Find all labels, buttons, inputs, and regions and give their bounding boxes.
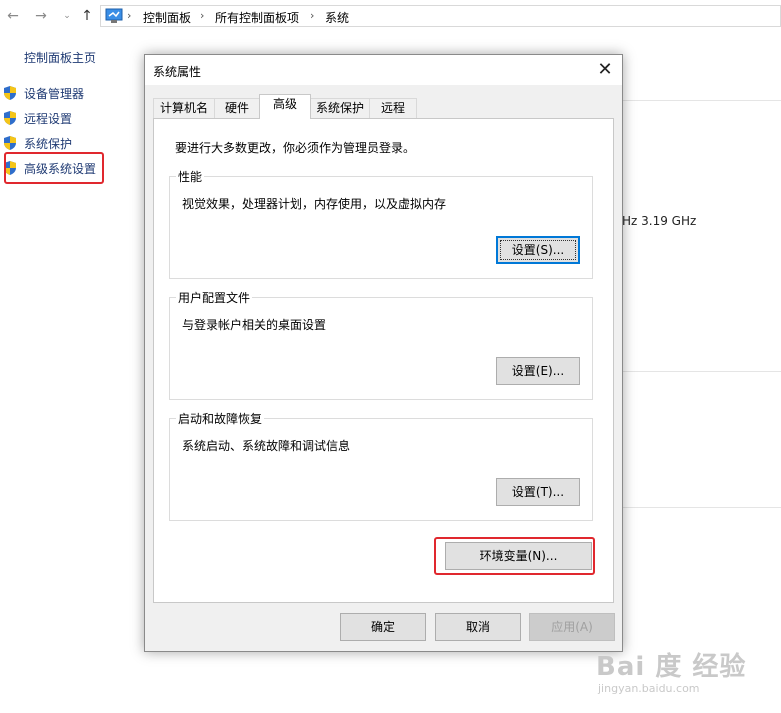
close-icon[interactable]: ✕ [594,59,616,81]
performance-description: 视觉效果，处理器计划，内存使用，以及虚拟内存 [182,197,447,211]
breadcrumb-separator-icon: › [200,9,205,22]
divider [622,100,781,101]
sidebar-item-label: 系统保护 [24,137,73,151]
tab-hardware[interactable]: 硬件 [214,98,260,118]
apply-button: 应用(A) [529,613,615,641]
user-profiles-settings-button[interactable]: 设置(E)... [496,357,580,385]
uac-shield-icon [4,111,16,125]
user-profiles-group-title: 用户配置文件 [176,289,253,306]
breadcrumb-separator-icon: › [310,9,315,22]
up-arrow-icon[interactable]: ↑ [78,7,96,25]
performance-group-title: 性能 [176,168,205,185]
sidebar-item-label: 设备管理器 [24,87,85,101]
watermark-logo: Bai 度 经验 [596,652,747,682]
cancel-button[interactable]: 取消 [435,613,521,641]
tab-remote[interactable]: 远程 [369,98,417,118]
watermark-url: jingyan.baidu.com [598,682,700,695]
divider [622,507,781,508]
uac-shield-icon [4,136,16,150]
recent-chevron-down-icon[interactable]: ⌄ [58,7,76,25]
dialog-title: 系统属性 [153,65,202,79]
uac-shield-icon [4,86,16,100]
control-panel-home-link[interactable]: 控制面板主页 [24,49,96,66]
tab-advanced[interactable]: 高级 [259,94,311,119]
control-panel-icon [105,8,123,23]
forward-arrow-icon[interactable]: → [32,7,50,25]
tab-system-protection[interactable]: 系统保护 [310,98,370,118]
breadcrumb-separator-icon: › [127,9,132,22]
back-arrow-icon[interactable]: ← [4,7,22,25]
address-bar[interactable]: › 控制面板 › 所有控制面板项 › 系统 [100,5,781,27]
processor-frequency-text: Hz 3.19 GHz [622,214,697,228]
admin-note: 要进行大多数更改，你必须作为管理员登录。 [175,141,416,155]
startup-recovery-group: 启动和故障恢复 系统启动、系统故障和调试信息 设置(T)... [169,410,593,521]
startup-recovery-group-title: 启动和故障恢复 [176,410,265,427]
tab-panel-advanced: 要进行大多数更改，你必须作为管理员登录。 性能 视觉效果，处理器计划，内存使用，… [153,118,614,603]
startup-recovery-settings-button[interactable]: 设置(T)... [496,478,580,506]
tab-computer-name[interactable]: 计算机名 [153,98,215,118]
ok-button[interactable]: 确定 [340,613,426,641]
user-profiles-description: 与登录帐户相关的桌面设置 [182,318,327,332]
performance-settings-button[interactable]: 设置(S)... [496,236,580,264]
dialog-titlebar[interactable]: 系统属性 ✕ [145,55,622,85]
highlight-annotation-box [4,152,104,184]
breadcrumb-item-all-items[interactable]: 所有控制面板项 [215,9,299,26]
divider [622,371,781,372]
breadcrumb-item-control-panel[interactable]: 控制面板 [143,9,191,26]
sidebar-item-label: 远程设置 [24,112,73,126]
startup-recovery-description: 系统启动、系统故障和调试信息 [182,439,351,453]
user-profiles-group: 用户配置文件 与登录帐户相关的桌面设置 设置(E)... [169,289,593,400]
highlight-annotation-box [434,537,595,575]
breadcrumb-item-system[interactable]: 系统 [325,9,349,26]
performance-group: 性能 视觉效果，处理器计划，内存使用，以及虚拟内存 设置(S)... [169,168,593,279]
